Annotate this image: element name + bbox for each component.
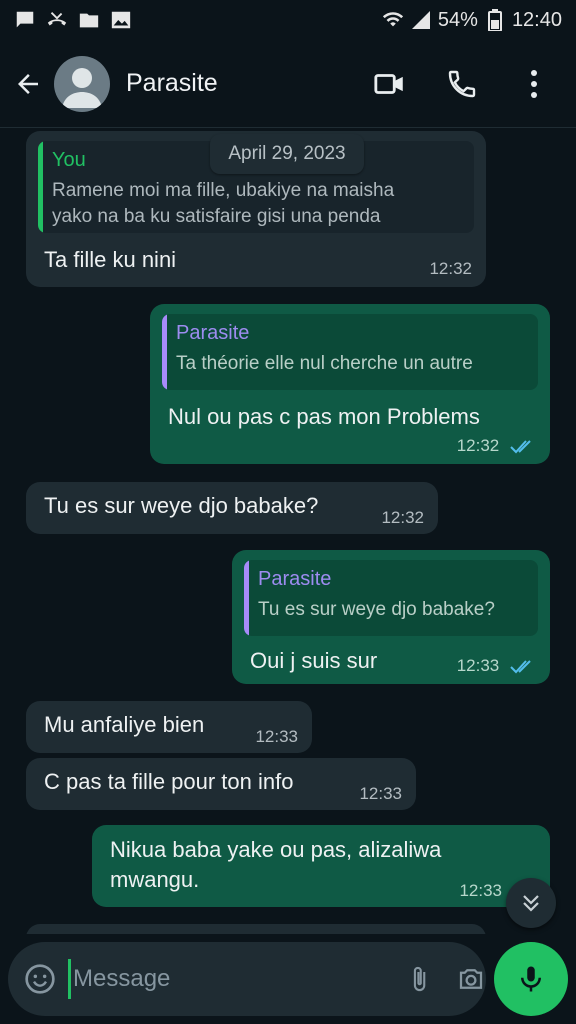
message-time: 12:32 (381, 508, 424, 527)
message-outgoing[interactable]: Parasite Ta théorie elle nul cherche un … (150, 304, 550, 464)
message-input[interactable] (68, 959, 383, 999)
message-text: Nikua baba yake ou pas, alizaliwa (110, 837, 442, 862)
date-chip: April 29, 2023 (210, 134, 364, 174)
quote-author: Parasite (258, 568, 332, 590)
quote-text: Tu es sur weye djo babake? (258, 599, 495, 620)
message-notification-icon (14, 9, 36, 31)
message-time-value: 12:33 (456, 656, 500, 675)
header-actions (372, 66, 552, 102)
camera-button[interactable] (455, 961, 487, 997)
scroll-to-bottom-button[interactable] (506, 878, 556, 928)
quote-text: Ramene moi ma fille, ubakiye na maisha (52, 180, 395, 201)
system-status: 54% 12:40 (382, 9, 562, 32)
emoji-button[interactable] (24, 961, 56, 997)
message-incoming-partial[interactable] (26, 924, 486, 934)
voice-message-button[interactable] (494, 942, 568, 1016)
wifi-icon (382, 9, 404, 31)
video-call-icon (374, 73, 403, 94)
battery-percent: 54% (437, 8, 478, 31)
read-receipt-icon (510, 659, 531, 673)
chat-header: Parasite (0, 40, 576, 128)
quote-author: Parasite (176, 322, 250, 344)
contact-name[interactable]: Parasite (126, 69, 372, 98)
status-time: 12:40 (511, 8, 562, 31)
message-text: Ta fille ku nini (44, 247, 177, 272)
quote-text: Ta théorie elle nul cherche un autre (176, 353, 473, 374)
voice-call-button[interactable] (444, 66, 480, 102)
avatar[interactable] (54, 55, 110, 112)
quoted-message[interactable]: Parasite Tu es sur weye djo babake? (244, 560, 538, 636)
message-outgoing[interactable]: Nikua baba yake ou pas, alizaliwa mwangu… (92, 825, 550, 907)
missed-call-icon (46, 9, 68, 31)
message-time: 12:33 (457, 656, 536, 676)
message-time: 12:32 (457, 436, 536, 456)
message-list[interactable]: You Ramene moi ma fille, ubakiye na mais… (0, 128, 576, 934)
message-time: 12:33 (255, 727, 298, 746)
phone-icon (448, 70, 476, 97)
paperclip-icon (413, 966, 426, 992)
message-incoming[interactable]: Tu es sur weye djo babake? 12:32 (26, 482, 438, 534)
video-call-button[interactable] (372, 66, 408, 102)
message-text: Tu es sur weye djo babake? (44, 493, 319, 518)
message-time: 12:33 (459, 881, 502, 900)
battery-icon (484, 9, 506, 31)
double-chevron-down-icon (523, 895, 539, 912)
folder-icon (78, 9, 100, 31)
status-bar: 54% 12:40 (0, 0, 576, 40)
message-text: Nul ou pas c pas mon Problems (168, 404, 480, 429)
quote-text: yako na ba ku satisfaire gisi una penda (52, 206, 381, 227)
message-incoming[interactable]: Mu anfaliye bien 12:33 (26, 701, 312, 753)
message-time-value: 12:32 (456, 436, 500, 455)
back-button[interactable] (10, 66, 46, 102)
message-outgoing[interactable]: Parasite Tu es sur weye djo babake? Oui … (232, 550, 550, 684)
quoted-message[interactable]: Parasite Ta théorie elle nul cherche un … (162, 314, 538, 390)
back-arrow-icon (18, 73, 38, 94)
read-receipt-icon (510, 439, 531, 453)
gallery-icon (110, 9, 132, 31)
message-time: 12:32 (429, 259, 472, 278)
more-vert-icon (531, 69, 537, 98)
notification-icons (14, 9, 132, 31)
signal-icon (410, 9, 432, 31)
microphone-icon (521, 966, 541, 992)
more-options-button[interactable] (516, 66, 552, 102)
attach-button[interactable] (405, 961, 433, 997)
camera-icon (459, 969, 483, 989)
compose-bar (8, 942, 486, 1016)
message-time: 12:33 (359, 784, 402, 803)
message-incoming[interactable]: C pas ta fille pour ton info 12:33 (26, 758, 416, 810)
emoji-icon (25, 964, 55, 994)
message-text: C pas ta fille pour ton info (44, 769, 294, 794)
